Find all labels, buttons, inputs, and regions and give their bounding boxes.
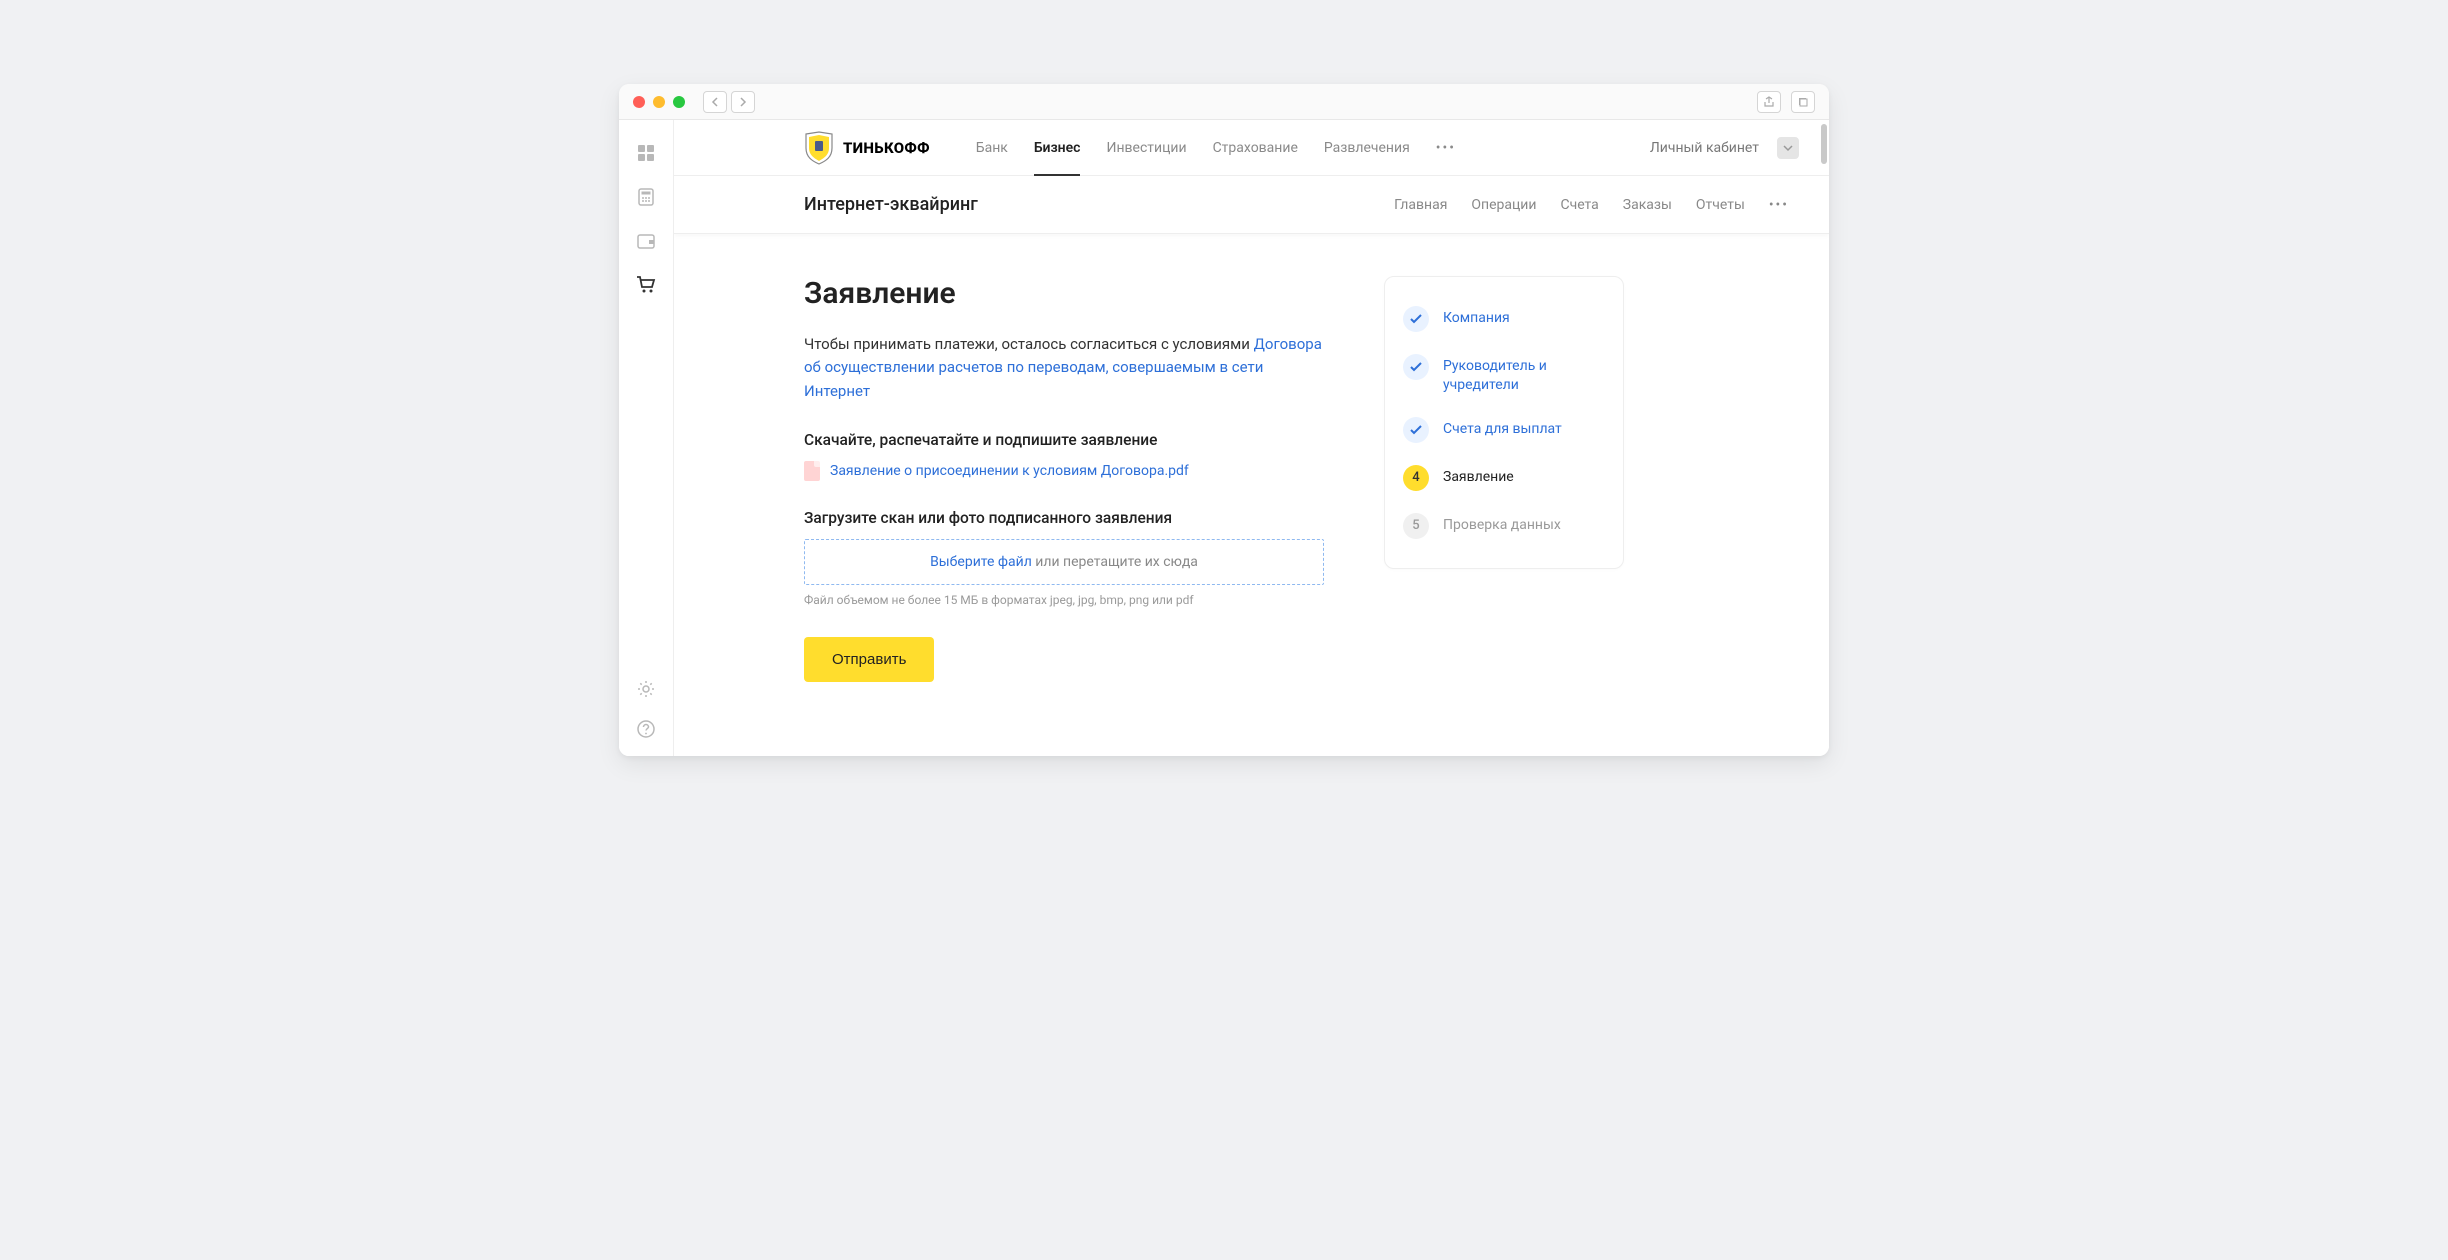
- lead-plain: Чтобы принимать платежи, осталось соглас…: [804, 335, 1250, 353]
- main: ТИНЬКОФФ Банк Бизнес Инвестиции Страхова…: [674, 120, 1829, 756]
- topnav-item-business[interactable]: Бизнес: [1034, 121, 1081, 175]
- step-accounts[interactable]: Счета для выплат: [1403, 406, 1605, 454]
- calculator-icon[interactable]: [633, 184, 659, 210]
- scrollbar[interactable]: [1821, 124, 1827, 164]
- step-label: Проверка данных: [1443, 513, 1561, 535]
- step-label: Заявление: [1443, 465, 1514, 487]
- step-application: 4 Заявление: [1403, 454, 1605, 502]
- topnav-links: Банк Бизнес Инвестиции Страхование Развл…: [976, 121, 1456, 175]
- close-window-icon[interactable]: [633, 96, 645, 108]
- dashboard-icon[interactable]: [633, 140, 659, 166]
- browser-window: ТИНЬКОФФ Банк Бизнес Инвестиции Страхова…: [619, 84, 1829, 756]
- step-number-icon: 5: [1403, 513, 1429, 539]
- topnav-item-bank[interactable]: Банк: [976, 121, 1008, 175]
- download-file-row[interactable]: Заявление о присоединении к условиям Дог…: [804, 461, 1324, 481]
- subnav-item-main[interactable]: Главная: [1394, 197, 1447, 213]
- zoom-window-icon[interactable]: [673, 96, 685, 108]
- step-director[interactable]: Руководитель и учредители: [1403, 343, 1605, 406]
- forward-button[interactable]: [731, 91, 755, 113]
- check-icon: [1403, 306, 1429, 332]
- download-file-link[interactable]: Заявление о присоединении к условиям Дог…: [830, 463, 1189, 479]
- check-icon: [1403, 417, 1429, 443]
- topnav-item-entertainment[interactable]: Развлечения: [1324, 121, 1410, 175]
- section-title: Интернет-эквайринг: [804, 194, 978, 215]
- subnav-links: Главная Операции Счета Заказы Отчеты •••: [1394, 197, 1789, 213]
- dropzone-rest-text: или перетащите их сюда: [1032, 554, 1198, 570]
- minimize-window-icon[interactable]: [653, 96, 665, 108]
- step-label: Руководитель и учредители: [1443, 354, 1605, 395]
- share-icon[interactable]: [1757, 91, 1781, 113]
- submit-button[interactable]: Отправить: [804, 637, 934, 682]
- lead-text: Чтобы принимать платежи, осталось соглас…: [804, 333, 1324, 403]
- back-button[interactable]: [703, 91, 727, 113]
- step-label: Компания: [1443, 306, 1510, 328]
- upload-heading: Загрузите скан или фото подписанного зая…: [804, 509, 1324, 527]
- step-company[interactable]: Компания: [1403, 295, 1605, 343]
- cart-icon[interactable]: [633, 272, 659, 298]
- subnav-item-operations[interactable]: Операции: [1471, 197, 1536, 213]
- check-icon: [1403, 354, 1429, 380]
- pick-file-link[interactable]: Выберите файл: [930, 554, 1032, 570]
- sub-nav: Интернет-эквайринг Главная Операции Счет…: [674, 176, 1829, 234]
- topnav-item-investments[interactable]: Инвестиции: [1106, 121, 1186, 175]
- page-title: Заявление: [804, 276, 1324, 311]
- logo[interactable]: ТИНЬКОФФ: [804, 131, 930, 165]
- step-label: Счета для выплат: [1443, 417, 1562, 439]
- subnav-more-icon[interactable]: •••: [1769, 197, 1789, 213]
- subnav-item-orders[interactable]: Заказы: [1623, 197, 1672, 213]
- upload-hint: Файл объемом не более 15 МБ в форматах j…: [804, 593, 1324, 607]
- subnav-item-reports[interactable]: Отчеты: [1696, 197, 1745, 213]
- help-icon[interactable]: [633, 716, 659, 742]
- step-number-icon: 4: [1403, 465, 1429, 491]
- stepper: Компания Руководитель и учредители Счета…: [1384, 276, 1624, 569]
- logo-text: ТИНЬКОФФ: [843, 139, 930, 157]
- pdf-file-icon: [804, 461, 820, 481]
- form-column: Заявление Чтобы принимать платежи, остал…: [804, 276, 1324, 682]
- upload-dropzone[interactable]: Выберите файл или перетащите их сюда: [804, 539, 1324, 585]
- subnav-item-accounts[interactable]: Счета: [1560, 197, 1598, 213]
- browser-titlebar: [619, 84, 1829, 120]
- left-rail: [619, 120, 674, 756]
- wallet-icon[interactable]: [633, 228, 659, 254]
- content: Заявление Чтобы принимать платежи, остал…: [674, 234, 1829, 682]
- gear-icon[interactable]: [633, 676, 659, 702]
- tabs-icon[interactable]: [1791, 91, 1815, 113]
- nav-arrows: [703, 91, 755, 113]
- account-link[interactable]: Личный кабинет: [1650, 140, 1759, 156]
- topnav-more-icon[interactable]: •••: [1436, 121, 1456, 175]
- account-dropdown-icon[interactable]: [1777, 137, 1799, 159]
- top-nav: ТИНЬКОФФ Банк Бизнес Инвестиции Страхова…: [674, 120, 1829, 176]
- window-controls: [633, 96, 685, 108]
- download-heading: Скачайте, распечатайте и подпишите заявл…: [804, 431, 1324, 449]
- topnav-item-insurance[interactable]: Страхование: [1213, 121, 1298, 175]
- logo-shield-icon: [804, 131, 834, 165]
- step-verification: 5 Проверка данных: [1403, 502, 1605, 550]
